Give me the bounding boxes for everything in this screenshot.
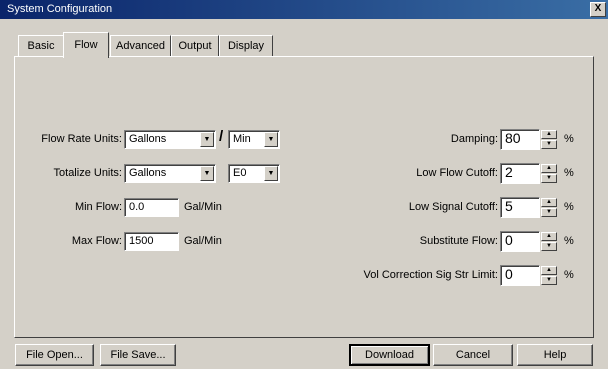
max-flow-label: Max Flow: [71,235,122,247]
flow-rate-time-select[interactable]: Min ▼ [228,130,280,149]
tab-advanced[interactable]: Advanced [110,35,171,57]
max-flow-unit: Gal/Min [184,235,222,247]
help-button[interactable]: Help [517,344,593,366]
chevron-down-icon[interactable]: ▼ [200,166,214,181]
low-signal-cutoff-label: Low Signal Cutoff: [408,201,498,213]
vol-correction-input[interactable]: 0 [500,265,540,286]
vol-correction-unit: % [564,269,574,281]
window-title: System Configuration [7,3,113,15]
tab-flow[interactable]: Flow [63,32,109,58]
low-flow-cutoff-spinner[interactable]: ▲ ▼ [541,164,557,183]
chevron-down-icon[interactable]: ▼ [200,132,214,147]
spin-down-icon[interactable]: ▼ [541,174,557,183]
substitute-flow-label: Substitute Flow: [419,235,498,247]
totalize-units-select[interactable]: Gallons ▼ [124,164,216,183]
download-button[interactable]: Download [349,344,430,366]
low-flow-cutoff-label: Low Flow Cutoff: [416,167,498,179]
file-open-button[interactable]: File Open... [15,344,94,366]
low-flow-cutoff-input[interactable]: 2 [500,163,540,184]
spin-up-icon[interactable]: ▲ [541,198,557,207]
chevron-down-icon[interactable]: ▼ [264,132,278,147]
low-signal-cutoff-spinner[interactable]: ▲ ▼ [541,198,557,217]
damping-label: Damping: [450,133,498,145]
title-bar: System Configuration X [0,0,608,19]
spin-up-icon[interactable]: ▲ [541,232,557,241]
vol-correction-label: Vol Correction Sig Str Limit: [363,269,499,281]
spin-up-icon[interactable]: ▲ [541,266,557,275]
substitute-flow-spinner[interactable]: ▲ ▼ [541,232,557,251]
tab-output[interactable]: Output [171,35,219,57]
min-flow-label: Min Flow: [74,201,122,213]
damping-input[interactable]: 80 [500,129,540,150]
totalize-exponent-select[interactable]: E0 ▼ [228,164,280,183]
file-save-button[interactable]: File Save... [100,344,176,366]
spin-down-icon[interactable]: ▼ [541,242,557,251]
close-icon[interactable]: X [590,2,606,17]
tab-display[interactable]: Display [219,35,273,57]
substitute-flow-input[interactable]: 0 [500,231,540,252]
spin-down-icon[interactable]: ▼ [541,140,557,149]
spin-down-icon[interactable]: ▼ [541,276,557,285]
min-flow-unit: Gal/Min [184,201,222,213]
chevron-down-icon[interactable]: ▼ [264,166,278,181]
spin-up-icon[interactable]: ▲ [541,130,557,139]
damping-spinner[interactable]: ▲ ▼ [541,130,557,149]
low-flow-cutoff-unit: % [564,167,574,179]
max-flow-input[interactable]: 1500 [124,232,179,251]
low-signal-cutoff-input[interactable]: 5 [500,197,540,218]
vol-correction-spinner[interactable]: ▲ ▼ [541,266,557,285]
totalize-units-label: Totalize Units: [53,167,122,179]
spin-down-icon[interactable]: ▼ [541,208,557,217]
flow-rate-units-select[interactable]: Gallons ▼ [124,130,216,149]
damping-unit: % [564,133,574,145]
substitute-flow-unit: % [564,235,574,247]
low-signal-cutoff-unit: % [564,201,574,213]
tab-basic[interactable]: Basic [18,35,64,57]
min-flow-input[interactable]: 0.0 [124,198,179,217]
spin-up-icon[interactable]: ▲ [541,164,557,173]
units-separator: / [219,128,224,145]
cancel-button[interactable]: Cancel [433,344,513,366]
flow-rate-units-label: Flow Rate Units: [41,133,122,145]
